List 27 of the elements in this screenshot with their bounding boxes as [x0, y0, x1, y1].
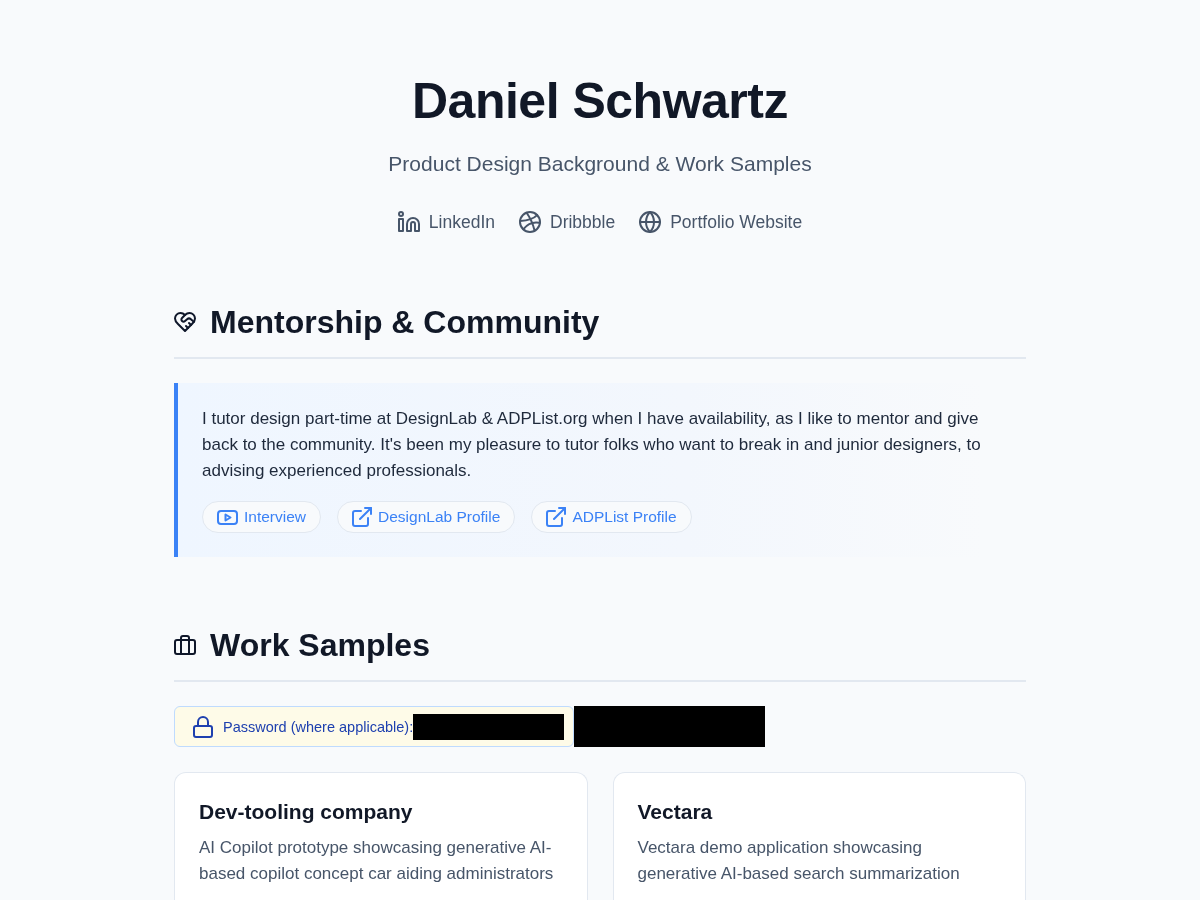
- password-label: Password (where applicable):: [223, 718, 414, 735]
- external-link-icon: [546, 507, 567, 527]
- sample-card[interactable]: Dev-tooling company AI Copilot prototype showcasing generative AI-based copilot concept car aiding administrators: [174, 772, 588, 900]
- ball-icon: [519, 211, 541, 233]
- play-icon: [217, 509, 238, 525]
- lock-icon: [193, 715, 213, 738]
- briefcase-icon: [174, 635, 196, 655]
- profile-link[interactable]: ADPList Profile: [531, 501, 692, 533]
- card-title: Vectara: [637, 799, 714, 825]
- section-heading: Work Samples: [210, 626, 430, 665]
- name-title: Daniel Schwartz: [412, 72, 788, 131]
- card-title: Dev-tooling company: [199, 799, 414, 825]
- heart-handshake-icon: [174, 312, 196, 332]
- section-heading: Mentorship & Community: [210, 303, 600, 342]
- linkedin-icon: [397, 211, 420, 233]
- profile-link[interactable]: Portfolio Website: [639, 210, 803, 234]
- profile-link[interactable]: LinkedIn: [397, 210, 495, 234]
- external-link-icon: [352, 507, 373, 527]
- globe-icon: [639, 211, 662, 233]
- card-description: AI Copilot prototype showcasing generative AI-based copilot concept car aiding administrators: [199, 837, 555, 885]
- card-description: Vectara demo application showcasing generative AI-based search summarization: [637, 837, 961, 885]
- sample-card[interactable]: Vectara Vectara demo application showcasing generative AI-based search summarization: [612, 772, 1026, 900]
- tagline: Product Design Background & Work Samples: [388, 151, 812, 177]
- video-link[interactable]: Interview: [202, 501, 322, 533]
- profile-link[interactable]: DesignLab Profile: [337, 501, 516, 533]
- mentorship-text: I tutor design part-time at DesignLab & ADPList.org when I have availability, as I like to mentor and give back to the community. It's been my pleasure to tutor folks who want to break in and junior designers, to advising experienced professionals.: [202, 408, 982, 482]
- profile-link[interactable]: Dribbble: [519, 210, 616, 234]
